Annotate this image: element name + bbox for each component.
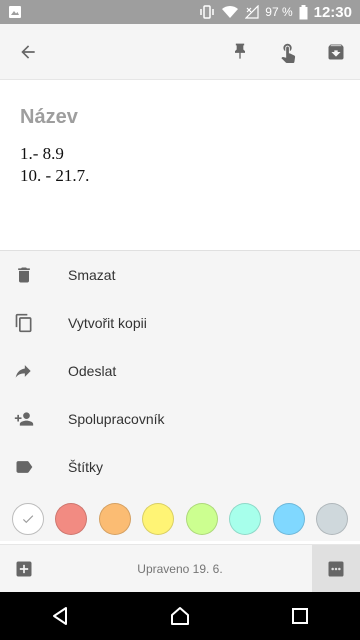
color-swatch-gray[interactable] bbox=[315, 503, 348, 535]
status-time: 12:30 bbox=[313, 3, 352, 21]
nav-home-icon bbox=[171, 607, 189, 625]
color-swatch-blue[interactable] bbox=[272, 503, 305, 535]
menu-item-label: Vytvořit kopii bbox=[68, 315, 147, 331]
battery-icon bbox=[299, 4, 308, 19]
color-swatch-yellow[interactable] bbox=[142, 503, 175, 535]
arrow-back-icon bbox=[21, 44, 35, 59]
check-icon bbox=[22, 515, 34, 524]
color-picker bbox=[0, 498, 360, 540]
status-bar: 97 % 12:30 bbox=[0, 0, 360, 24]
add-box-icon bbox=[16, 561, 32, 576]
nav-back-icon bbox=[53, 607, 67, 625]
more-horizontal-icon bbox=[328, 561, 344, 576]
reminder-button[interactable] bbox=[264, 28, 312, 76]
status-right: 97 % 12:30 bbox=[199, 4, 352, 21]
note-title[interactable]: Název bbox=[20, 106, 340, 129]
nav-recents-icon bbox=[292, 608, 308, 624]
trash-icon bbox=[0, 251, 48, 299]
menu-item-copy[interactable]: Vytvořit kopii bbox=[0, 299, 360, 347]
nav-back-button[interactable] bbox=[36, 592, 84, 640]
more-button[interactable] bbox=[312, 544, 360, 593]
archive-button[interactable] bbox=[312, 28, 360, 76]
reminder-touch-icon bbox=[281, 43, 296, 63]
system-nav-bar bbox=[0, 592, 360, 640]
color-swatch-red[interactable] bbox=[55, 503, 88, 535]
edited-timestamp: Upraveno 19. 6. bbox=[137, 561, 223, 576]
note-editor[interactable]: Název 1.- 8.9 10. - 21.7. bbox=[0, 80, 360, 250]
nav-home-button[interactable] bbox=[156, 592, 204, 640]
note-line[interactable]: 10. - 21.7. bbox=[20, 165, 340, 187]
pin-icon bbox=[235, 43, 245, 59]
signal-icon bbox=[245, 5, 259, 19]
note-body[interactable]: 1.- 8.9 10. - 21.7. bbox=[20, 143, 340, 187]
label-icon bbox=[0, 443, 48, 491]
add-button[interactable] bbox=[0, 545, 48, 593]
pin-button[interactable] bbox=[216, 28, 264, 76]
color-swatch-orange[interactable] bbox=[98, 503, 131, 535]
status-left bbox=[8, 5, 22, 19]
bottom-bar: Upraveno 19. 6. bbox=[0, 544, 360, 593]
menu-item-label: Odeslat bbox=[68, 363, 117, 379]
color-swatch-green[interactable] bbox=[185, 503, 218, 535]
menu-item-collaborator[interactable]: Spolupracovník bbox=[0, 395, 360, 443]
app-bar bbox=[0, 24, 360, 80]
menu-item-labels[interactable]: Štítky bbox=[0, 443, 360, 491]
note-line[interactable]: 1.- 8.9 bbox=[20, 143, 340, 165]
battery-percent: 97 % bbox=[265, 5, 293, 19]
menu-item-label: Smazat bbox=[68, 267, 116, 283]
nav-recents-button[interactable] bbox=[276, 592, 324, 640]
share-icon bbox=[0, 347, 48, 395]
menu-item-delete[interactable]: Smazat bbox=[0, 251, 360, 299]
menu-item-send[interactable]: Odeslat bbox=[0, 347, 360, 395]
image-notification-icon bbox=[9, 6, 21, 18]
color-swatch-teal[interactable] bbox=[229, 503, 262, 535]
menu-item-label: Štítky bbox=[68, 459, 104, 475]
menu-item-label: Spolupracovník bbox=[68, 411, 165, 427]
color-swatch-white[interactable] bbox=[12, 503, 44, 535]
back-button[interactable] bbox=[4, 28, 52, 76]
wifi-icon bbox=[222, 5, 239, 18]
add-person-icon bbox=[0, 395, 48, 443]
vibrate-icon bbox=[200, 5, 215, 19]
copy-icon bbox=[0, 299, 48, 347]
archive-icon bbox=[328, 44, 344, 59]
app-actions bbox=[216, 28, 360, 76]
